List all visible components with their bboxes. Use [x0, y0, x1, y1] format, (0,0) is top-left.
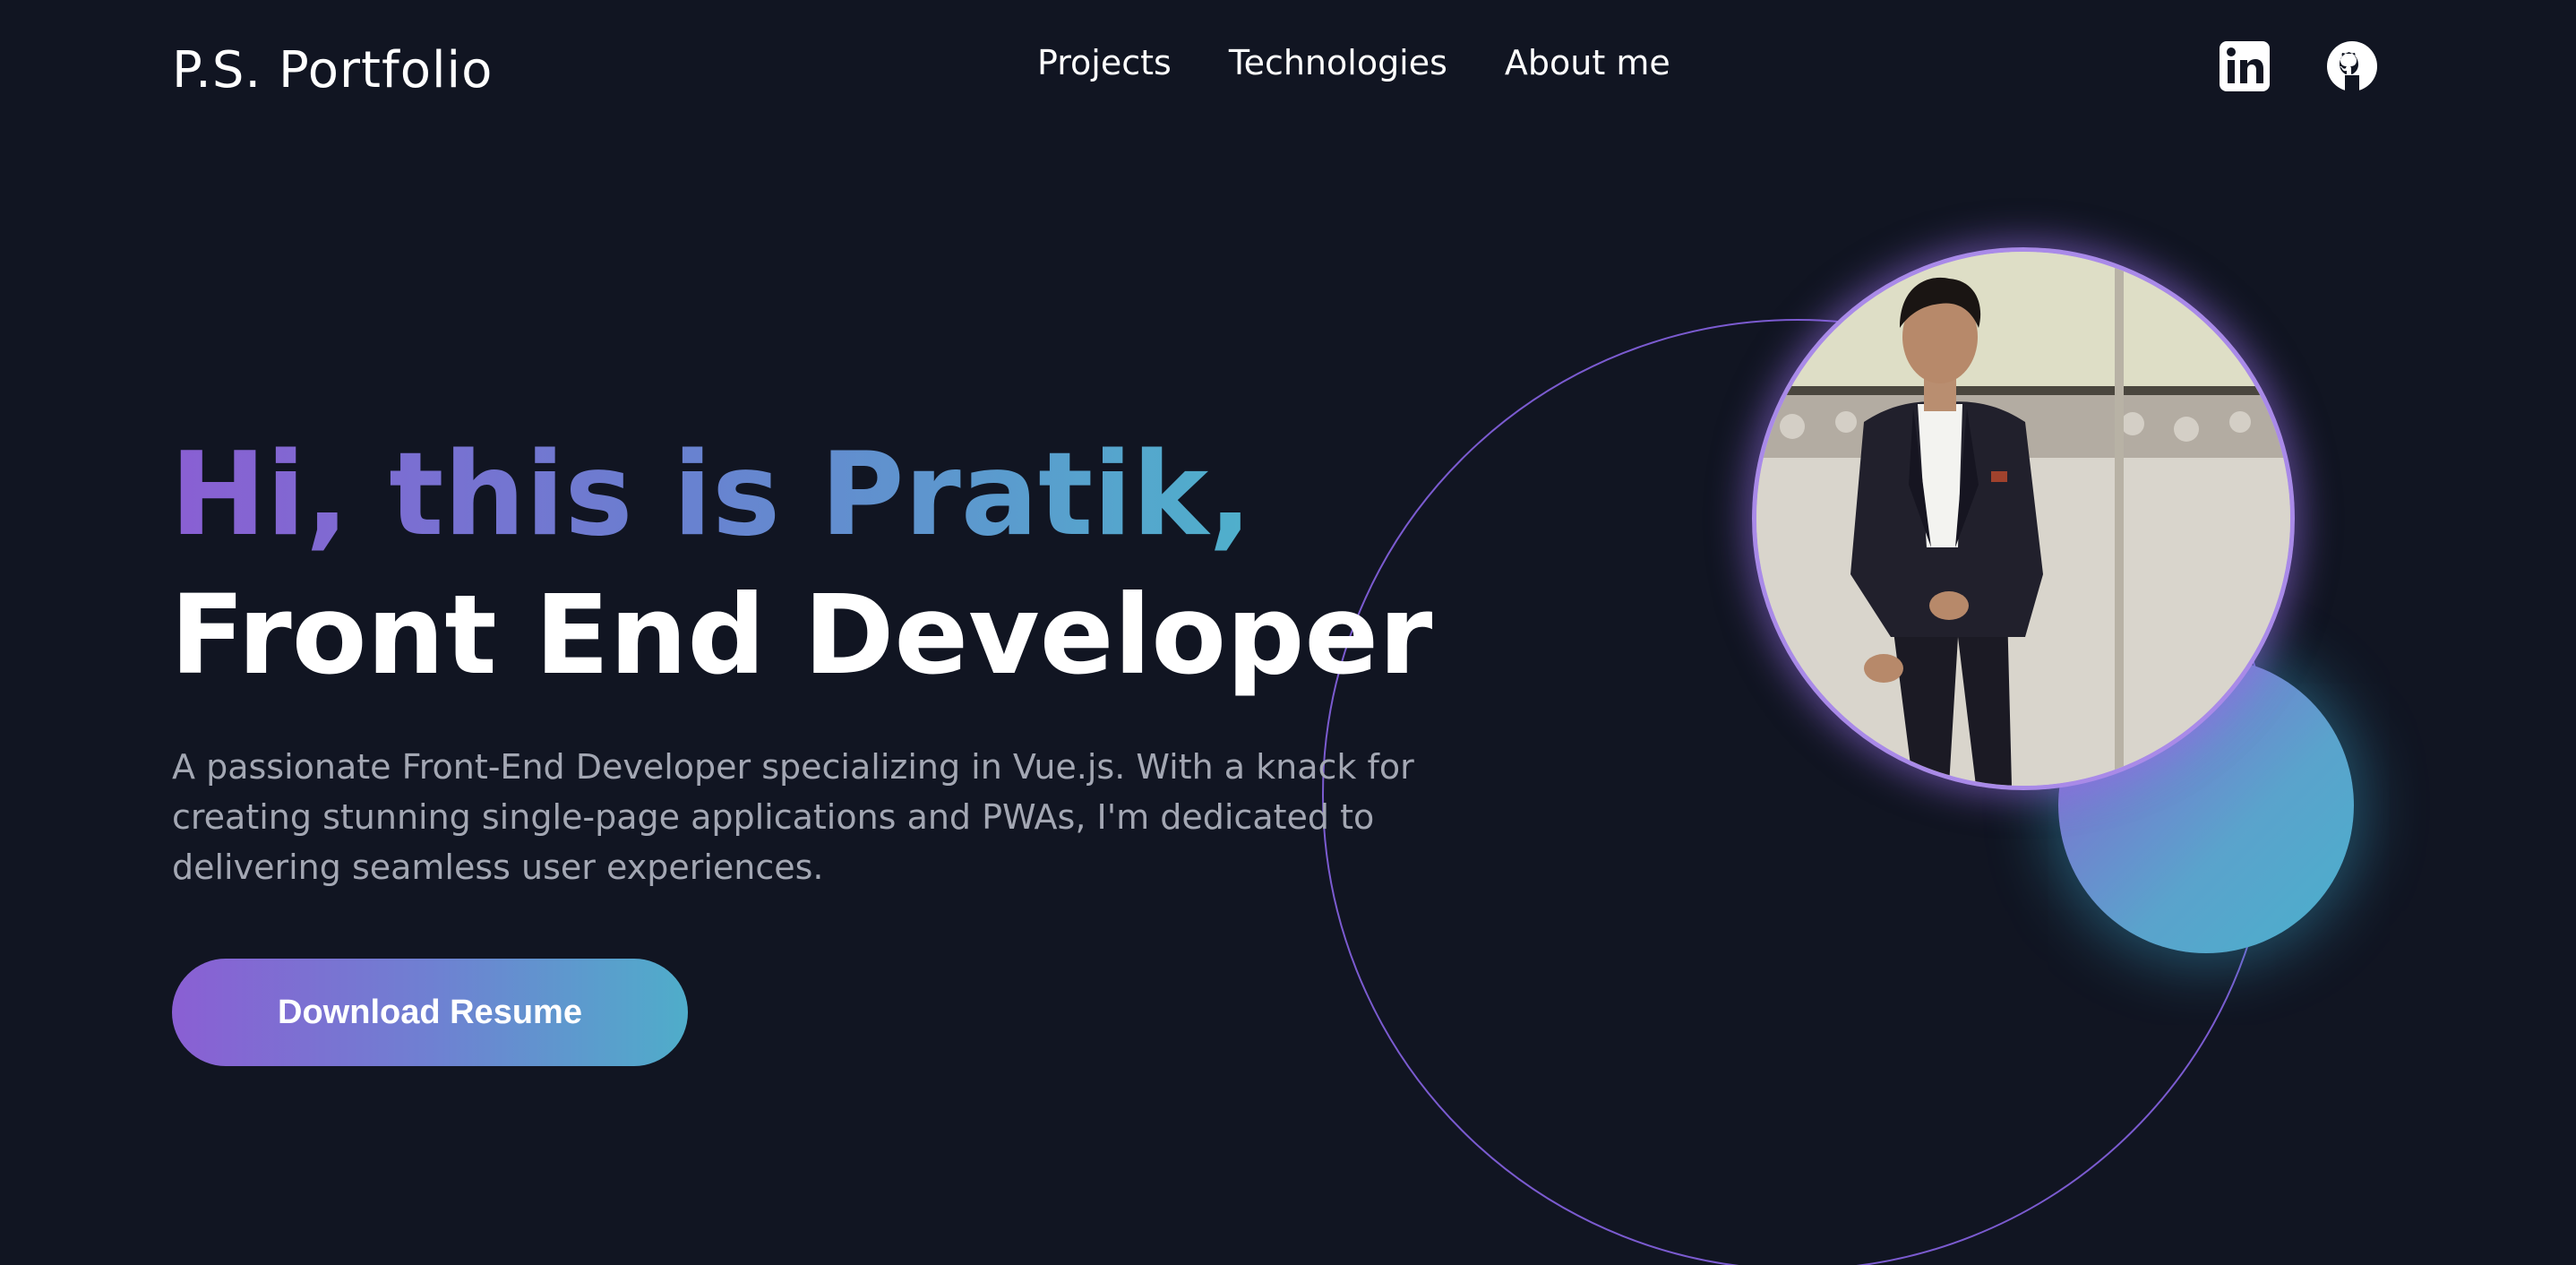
hero-description: A passionate Front-End Developer special… [172, 747, 1414, 887]
hero-role-title: Front End Developer [170, 572, 1433, 699]
github-icon[interactable] [2325, 39, 2379, 93]
download-resume-button[interactable]: Download Resume [172, 959, 688, 1066]
social-links [2218, 39, 2379, 93]
site-logo[interactable]: P.S. Portfolio [172, 41, 493, 99]
hero-greeting: Hi, this is Pratik, [170, 428, 1252, 562]
linkedin-icon[interactable] [2218, 39, 2271, 93]
nav-link-about-me[interactable]: About me [1505, 43, 1670, 82]
nav-link-projects[interactable]: Projects [1037, 43, 1172, 82]
profile-photo [1752, 247, 2295, 790]
nav-link-technologies[interactable]: Technologies [1229, 43, 1447, 82]
portfolio-page: P.S. Portfolio Projects Technologies Abo… [0, 0, 2576, 1265]
main-nav: Projects Technologies About me [1037, 43, 1670, 82]
